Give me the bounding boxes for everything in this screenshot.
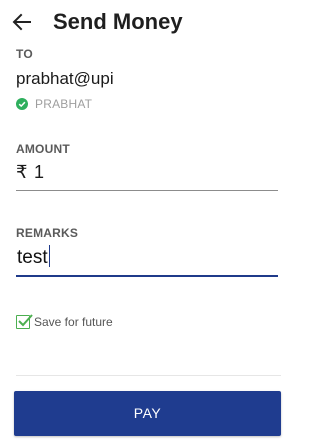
- checkmark-icon: [18, 314, 33, 327]
- check-circle-icon: [16, 98, 28, 110]
- divider: [16, 375, 281, 376]
- remarks-value: test: [17, 245, 50, 269]
- remarks-input[interactable]: test: [16, 244, 278, 277]
- verified-payee-row: PRABHAT: [16, 96, 92, 112]
- app-header: Send Money: [0, 4, 297, 40]
- text-cursor: [48, 245, 50, 267]
- payee-vpa: prabhat@upi: [16, 69, 114, 88]
- checkbox-box[interactable]: [16, 314, 33, 329]
- to-label: TO: [16, 47, 33, 61]
- send-money-screen: Send Money TO prabhat@upi PRABHAT AMOUNT…: [0, 0, 297, 447]
- rupee-symbol: ₹: [16, 162, 28, 182]
- arrow-left-icon: [12, 13, 31, 31]
- amount-input[interactable]: ₹ 1: [16, 160, 278, 191]
- save-for-future-label: Save for future: [34, 315, 113, 329]
- pay-button[interactable]: PAY: [14, 391, 281, 436]
- amount-value: 1: [34, 162, 45, 182]
- amount-label: AMOUNT: [16, 142, 70, 156]
- save-for-future-checkbox[interactable]: Save for future: [16, 313, 113, 331]
- verified-payee-name: PRABHAT: [35, 97, 93, 111]
- back-button[interactable]: [10, 10, 36, 34]
- page-title: Send Money: [53, 9, 183, 34]
- remarks-text: test: [17, 247, 48, 268]
- remarks-label: REMARKS: [16, 226, 79, 240]
